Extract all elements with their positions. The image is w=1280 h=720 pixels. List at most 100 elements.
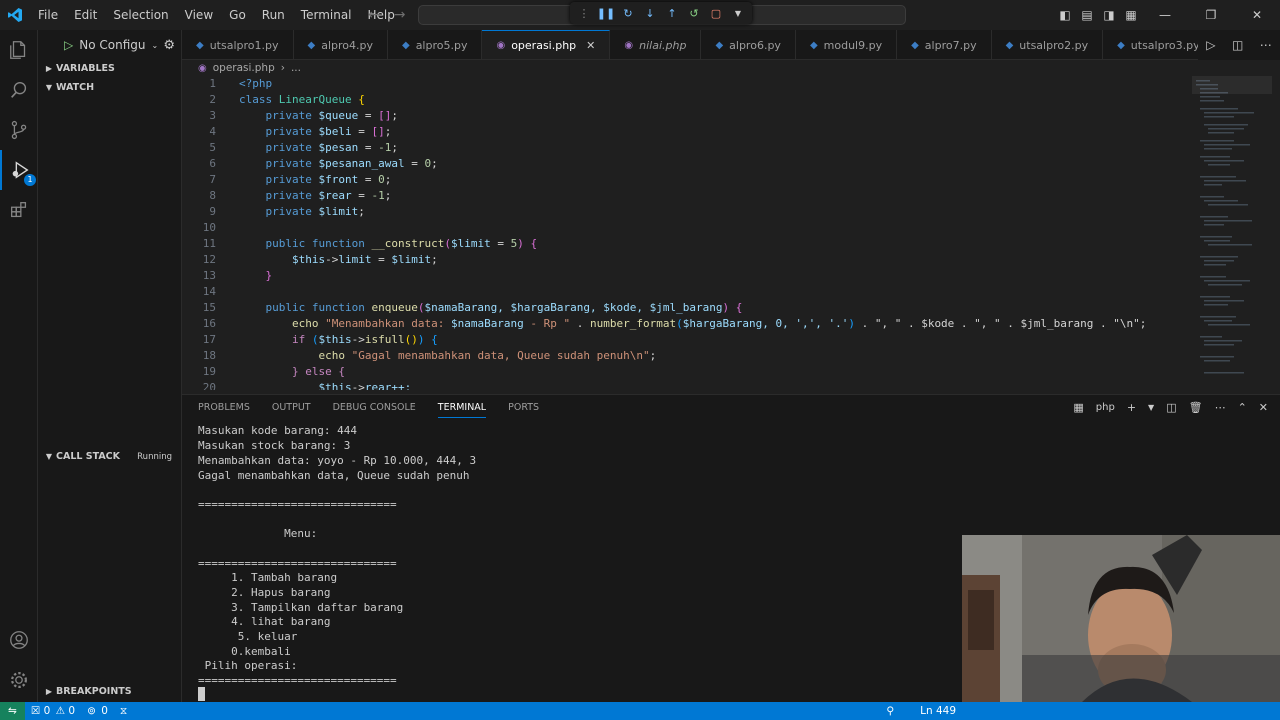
python-file-icon: ◆: [196, 39, 204, 51]
tab-utsalpro2[interactable]: ◆ utsalpro2.py: [992, 30, 1104, 59]
menu-run[interactable]: Run: [254, 0, 293, 30]
step-out-icon[interactable]: ↑: [664, 5, 680, 21]
extensions-icon[interactable]: [0, 190, 38, 230]
more-actions-icon[interactable]: ⋯: [1215, 401, 1226, 414]
tab-operasi[interactable]: ◉ operasi.php ✕: [482, 30, 611, 59]
menu-terminal[interactable]: Terminal: [293, 0, 360, 30]
code-token: $hargaBarang, 0, ',', '.': [682, 317, 849, 330]
breakpoints-section[interactable]: ▶ BREAKPOINTS: [38, 682, 182, 701]
terminal-line: Gagal menambahkan data, Queue sudah penu…: [198, 469, 470, 482]
search-icon[interactable]: [0, 70, 38, 110]
close-window-icon[interactable]: ✕: [1234, 8, 1280, 22]
code-token: $this: [318, 381, 352, 390]
terminal-shell-label[interactable]: php: [1096, 402, 1115, 413]
menu-edit[interactable]: Edit: [66, 0, 105, 30]
ports-indicator[interactable]: ⊚ 0: [81, 705, 114, 717]
problems-indicator[interactable]: ☒ 0 ⚠ 0: [25, 705, 81, 717]
call-stack-section[interactable]: ▼ CALL STACK Running: [38, 447, 182, 466]
restart-icon[interactable]: ↺: [686, 5, 702, 21]
explorer-icon[interactable]: [0, 30, 38, 70]
tab-utsalpro1[interactable]: ◆ utsalpro1.py: [182, 30, 294, 59]
accounts-icon[interactable]: [0, 620, 38, 660]
tab-alpro4[interactable]: ◆ alpro4.py: [294, 30, 388, 59]
tab-problems[interactable]: PROBLEMS: [198, 402, 250, 413]
tab-nilai[interactable]: ◉ nilai.php: [610, 30, 702, 59]
code-token: private: [265, 141, 312, 154]
menu-selection[interactable]: Selection: [105, 0, 176, 30]
line-number: 20: [202, 381, 216, 390]
menu-go[interactable]: Go: [221, 0, 254, 30]
code-token: class: [239, 93, 273, 106]
code-token: $limit: [318, 205, 359, 218]
split-editor-icon[interactable]: ◫: [1232, 38, 1243, 52]
terminal-line: 1. Tambah barang: [198, 571, 338, 584]
stop-icon[interactable]: ▢: [708, 5, 724, 21]
tab-label: modul9.py: [823, 38, 883, 52]
step-into-icon[interactable]: ↓: [642, 5, 658, 21]
code-line: 4 private $beli = [];: [182, 124, 391, 140]
pause-icon[interactable]: ❚❚: [597, 5, 615, 21]
back-arrow-icon[interactable]: ←: [368, 7, 380, 23]
ports-count: 0: [101, 705, 108, 717]
tab-alpro6[interactable]: ◆ alpro6.py: [701, 30, 796, 59]
variables-label: VARIABLES: [56, 63, 115, 74]
editor-scrollbar[interactable]: [1272, 76, 1280, 390]
minimize-icon[interactable]: —: [1142, 8, 1188, 22]
variables-section[interactable]: ▶ VARIABLES: [38, 59, 182, 78]
breadcrumb-file[interactable]: operasi.php: [213, 62, 275, 74]
watch-section[interactable]: ▼ WATCH: [38, 78, 182, 97]
toggle-panel-icon[interactable]: ▤: [1076, 8, 1098, 22]
code-token: private: [265, 189, 312, 202]
maximize-icon[interactable]: ❐: [1188, 8, 1234, 22]
close-panel-icon[interactable]: ✕: [1259, 401, 1268, 414]
code-line: 16 echo "Menambahkan data: $namaBarang -…: [182, 316, 1147, 332]
new-terminal-icon[interactable]: +: [1127, 401, 1136, 414]
tab-output[interactable]: OUTPUT: [272, 402, 311, 413]
customize-layout-icon[interactable]: ▦: [1120, 8, 1142, 22]
code-line: 1 <?php: [182, 76, 272, 92]
step-over-icon[interactable]: ↻: [620, 5, 636, 21]
remote-icon[interactable]: ⇋: [0, 702, 25, 720]
tab-alpro7[interactable]: ◆ alpro7.py: [897, 30, 992, 59]
toggle-secondary-sidebar-icon[interactable]: ◨: [1098, 8, 1120, 22]
menu-view[interactable]: View: [177, 0, 221, 30]
open-launch-json-icon[interactable]: ⚙: [163, 38, 175, 53]
tab-debug-console[interactable]: DEBUG CONSOLE: [333, 402, 416, 413]
toggle-sidebar-icon[interactable]: ◧: [1054, 8, 1076, 22]
breadcrumb-symbol[interactable]: ...: [291, 62, 301, 74]
chevron-down-icon[interactable]: ▼: [1148, 403, 1154, 412]
chevron-down-icon[interactable]: ▼: [730, 5, 746, 21]
tab-terminal[interactable]: TERMINAL: [437, 402, 487, 418]
close-tab-icon[interactable]: ✕: [586, 39, 595, 52]
tab-ports[interactable]: PORTS: [508, 402, 539, 413]
drag-handle-icon[interactable]: ⋮: [576, 5, 592, 21]
source-control-icon[interactable]: [0, 110, 38, 150]
menu-file[interactable]: File: [30, 0, 66, 30]
minimap[interactable]: [1192, 76, 1272, 390]
terminal-line: 4. lihat barang: [198, 615, 331, 628]
run-config-select[interactable]: ▷ No Configu ⌄: [64, 38, 158, 52]
trash-icon[interactable]: 🗑: [1189, 401, 1203, 414]
code-line: 18 echo "Gagal menambahkan data, Queue s…: [182, 348, 657, 364]
zoom-icon[interactable]: ⚲: [880, 705, 900, 717]
terminal-line: 3. Tampilkan daftar barang: [198, 601, 404, 614]
tab-alpro5[interactable]: ◆ alpro5.py: [388, 30, 483, 59]
manage-gear-icon[interactable]: [0, 660, 38, 700]
cursor-position[interactable]: Ln 449: [914, 705, 962, 717]
code-line: 2 class LinearQueue {: [182, 92, 364, 108]
tab-label: alpro6.py: [729, 38, 781, 52]
code-line: 8 private $rear = -1;: [182, 188, 391, 204]
debug-status-icon[interactable]: ⧖: [114, 705, 133, 718]
tab-modul9[interactable]: ◆ modul9.py: [796, 30, 898, 59]
run-file-icon[interactable]: ▷: [1206, 38, 1215, 52]
run-debug-icon[interactable]: 1: [0, 150, 38, 190]
split-terminal-icon[interactable]: ◫: [1166, 401, 1176, 414]
code-editor[interactable]: 1 <?php 2 class LinearQueue { 3 private $q…: [182, 76, 1192, 390]
start-debugging-icon[interactable]: ▷: [64, 38, 73, 52]
forward-arrow-icon[interactable]: →: [394, 7, 406, 23]
php-file-icon: ◉: [198, 62, 207, 74]
chevron-down-icon: ⌄: [151, 40, 159, 50]
maximize-panel-icon[interactable]: ⌃: [1238, 401, 1247, 414]
more-actions-icon[interactable]: ⋯: [1260, 38, 1272, 52]
tab-label: alpro7.py: [924, 38, 977, 52]
